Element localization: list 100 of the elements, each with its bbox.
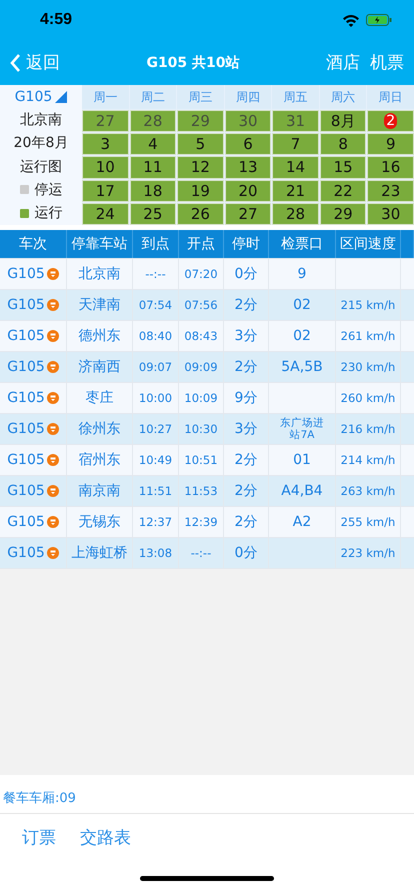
chevron-left-icon	[10, 52, 21, 72]
calendar-day[interactable]: 30	[367, 202, 414, 225]
gate-cell: 02	[293, 328, 311, 344]
speed-cell: 214 km/h	[340, 453, 396, 467]
calendar-day[interactable]: 28	[272, 202, 319, 225]
calendar-day[interactable]: 12	[177, 156, 224, 179]
day-number: 11	[143, 158, 162, 176]
arrive-cell: --:--	[133, 259, 179, 289]
day-number: 3	[100, 135, 110, 154]
calendar-day[interactable]: 2	[367, 110, 414, 132]
arrive-cell: 09:07	[133, 352, 179, 382]
legend-label: 运行	[34, 204, 62, 222]
day-number: 24	[96, 204, 115, 223]
diagram-label: 运行图	[19, 158, 63, 177]
station-cell: 徐州东	[67, 414, 133, 444]
calendar-day[interactable]: 15	[320, 156, 366, 179]
day-number: 25	[143, 204, 162, 223]
badge-icon	[46, 268, 59, 280]
calendar-day[interactable]: 6	[224, 133, 272, 156]
day-number: 28	[143, 112, 162, 130]
calendar-day[interactable]: 11	[130, 156, 176, 179]
day-number: 9	[386, 135, 396, 154]
gate-cell: 9	[298, 266, 306, 282]
calendar-day[interactable]: 26	[177, 202, 224, 225]
speed-cell: 215 km/h	[340, 298, 396, 312]
stop-cell: 2分	[224, 352, 269, 382]
stop-cell: 2分	[224, 476, 269, 506]
calendar-day[interactable]: 8月	[320, 110, 366, 132]
calendar-day[interactable]: 20	[224, 180, 272, 202]
column-header: 区间速度	[336, 230, 401, 258]
station-cell: 北京南	[67, 259, 133, 289]
calendar-day[interactable]: 7	[272, 133, 319, 156]
day-number: 28	[286, 204, 306, 223]
calendar-day[interactable]: 3	[82, 133, 129, 156]
station-cell: 上海虹桥	[67, 538, 133, 568]
weekday-header: 周一	[82, 85, 129, 109]
calendar-day[interactable]: 19	[177, 180, 224, 202]
calendar-day[interactable]: 4	[130, 133, 176, 156]
day-number: 30	[238, 112, 258, 130]
station-cell: 无锡东	[67, 507, 133, 537]
badge-icon	[46, 361, 59, 373]
train-number: G105	[7, 390, 45, 406]
stop-cell: 2分	[224, 445, 269, 475]
badge-icon	[46, 330, 59, 342]
station-label: 北京南	[19, 110, 63, 130]
day-number: 26	[190, 204, 210, 223]
calendar-day[interactable]: 17	[82, 180, 129, 202]
train-number: G105	[7, 545, 45, 561]
gate-cell: A2	[292, 514, 312, 530]
day-number: 27	[238, 204, 258, 223]
column-header: 停时	[224, 230, 269, 258]
arrive-cell: 13:08	[133, 538, 179, 568]
depart-cell: 10:51	[179, 445, 224, 475]
calendar-day[interactable]: 16	[367, 156, 414, 179]
calendar-day[interactable]: 8	[320, 133, 366, 156]
calendar-day[interactable]: 24	[82, 202, 129, 225]
day-number: 14	[286, 158, 306, 176]
gate-cell: 01	[293, 452, 311, 468]
depart-cell: 11:53	[179, 476, 224, 506]
calendar-day[interactable]: 21	[272, 180, 319, 202]
calendar-day[interactable]: 14	[272, 156, 319, 179]
calendar-day[interactable]: 29	[320, 202, 366, 225]
train-number: G105	[7, 421, 45, 437]
month-label: 20年8月	[12, 134, 70, 154]
weekday-header: 周二	[130, 85, 176, 109]
day-number: 15	[334, 158, 353, 176]
stop-cell: 3分	[224, 321, 269, 351]
arrive-cell: 07:54	[133, 290, 179, 320]
depart-cell: 07:56	[179, 290, 224, 320]
calendar-day[interactable]: 5	[177, 133, 224, 156]
calendar-day[interactable]: 27	[224, 202, 272, 225]
badge-icon	[46, 516, 59, 528]
depart-cell: --:--	[179, 538, 224, 568]
calendar-day[interactable]: 25	[130, 202, 176, 225]
wifi-icon	[342, 14, 360, 26]
badge-icon	[46, 299, 59, 311]
weekday-header: 周三	[177, 85, 224, 109]
badge-icon	[46, 547, 59, 559]
day-number: 29	[190, 112, 210, 130]
calendar-day[interactable]: 23	[367, 180, 414, 202]
station-cell: 济南西	[67, 352, 133, 382]
train-number: G105	[7, 514, 45, 530]
calendar-day[interactable]: 9	[367, 133, 414, 156]
day-number: 13	[238, 158, 258, 176]
stop-cell: 0分	[224, 538, 269, 568]
train-selector[interactable]: G105	[14, 88, 52, 105]
column-header: 车次	[0, 230, 67, 258]
train-number: G105	[7, 452, 45, 468]
day-number: 19	[190, 182, 210, 200]
calendar-day[interactable]: 22	[320, 180, 366, 202]
arrive-cell: 12:37	[133, 507, 179, 537]
speed-cell: 263 km/h	[340, 484, 396, 498]
dining-car-info: 餐车车厢:09	[0, 775, 414, 814]
column-header: 到点	[133, 230, 179, 258]
corner-triangle-icon	[55, 90, 68, 103]
calendar-day[interactable]: 18	[130, 180, 176, 202]
calendar-day[interactable]: 13	[224, 156, 272, 179]
calendar-day[interactable]: 10	[82, 156, 129, 179]
train-number: G105	[7, 266, 45, 282]
column-header: 开点	[179, 230, 224, 258]
